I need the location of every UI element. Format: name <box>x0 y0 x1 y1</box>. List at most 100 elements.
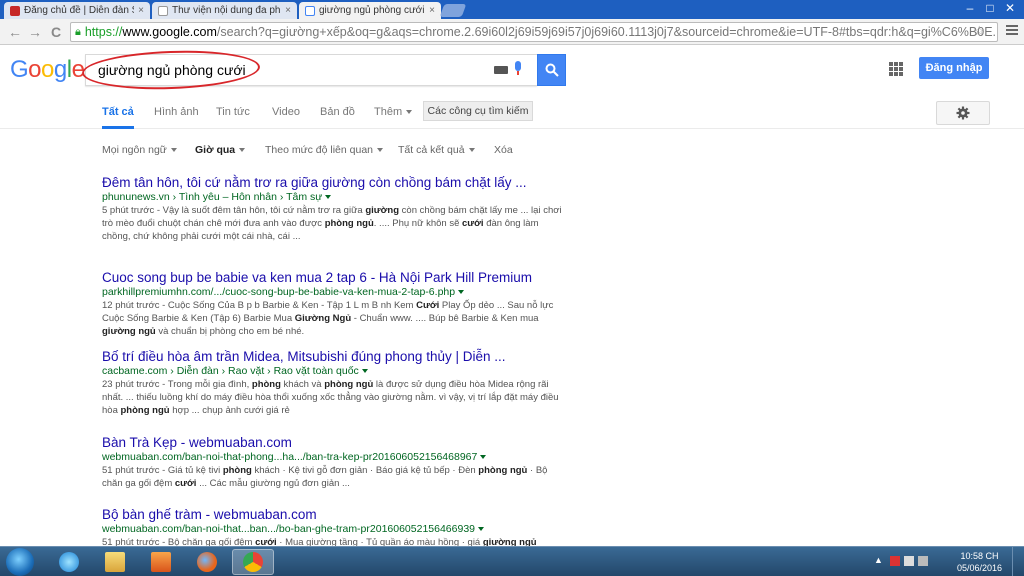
search-tools-button[interactable]: Các công cụ tìm kiếm <box>423 101 533 121</box>
snippet-bold: phòng <box>251 379 281 390</box>
snippet-text: - Chuẩn www. .... Búp bê Barbie & Ken mu… <box>351 313 539 324</box>
url-dropdown-icon[interactable] <box>478 527 485 532</box>
back-button[interactable]: ← <box>6 23 24 41</box>
chrome-icon <box>243 552 263 572</box>
tab-close-icon[interactable]: × <box>429 5 435 16</box>
reload-button[interactable]: C <box>47 23 65 41</box>
google-header: Google giường ngủ phòng cưới Đăng nhập <box>0 46 1024 96</box>
logo-letter: g <box>53 56 67 83</box>
result-title-link[interactable]: Bàn Trà Kẹp - webmuaban.com <box>102 434 562 451</box>
chevron-down-icon <box>170 148 177 153</box>
tab-close-icon[interactable]: × <box>285 5 291 16</box>
result-item: Cuoc song bup be babie va ken mua 2 tap … <box>102 269 562 348</box>
snippet-bold: phòng ngủ <box>478 465 528 476</box>
tab-videos[interactable]: Video <box>272 106 300 118</box>
filter-language[interactable]: Mọi ngôn ngữ <box>102 144 177 156</box>
apps-grid-icon[interactable] <box>889 62 903 76</box>
tab-maps[interactable]: Bản đồ <box>320 106 355 118</box>
result-url: webmuaban.com/ban-noi-that...ban.../bo-b… <box>102 523 562 536</box>
result-item: Đêm tân hôn, tôi cứ nằm trơ ra giữa giườ… <box>102 174 562 269</box>
tab-title: giường ngủ phòng cưới <box>319 5 425 16</box>
new-tab-button[interactable] <box>439 4 467 17</box>
tab-news[interactable]: Tin tức <box>216 106 250 118</box>
flag-icon[interactable] <box>890 556 900 566</box>
window-controls: – □ ✕ <box>960 0 1020 16</box>
address-bar[interactable]: 🔒︎ https://www.google.com/search?q=giườn… <box>70 22 998 42</box>
tray-expand-icon[interactable]: ▲ <box>874 555 884 565</box>
snippet-text: khách và <box>280 379 325 390</box>
logo-letter: o <box>41 56 54 83</box>
clear-filters-link[interactable]: Xóa <box>494 144 513 156</box>
taskbar-firefox[interactable] <box>186 549 228 575</box>
search-button[interactable] <box>537 54 566 86</box>
snippet-bold: phòng <box>222 465 252 476</box>
url-scheme: https:// <box>84 25 123 39</box>
url-dropdown-icon[interactable] <box>458 290 465 295</box>
microphone-icon[interactable] <box>514 61 522 77</box>
snippet-text: 12 phút trước - Cuộc Sống Của B p b Barb… <box>102 300 417 311</box>
snippet-text: khách · Kệ tivi gỗ đơn giản · Báo giá kệ… <box>251 465 479 476</box>
sign-in-button[interactable]: Đăng nhập <box>919 57 989 79</box>
filter-sort[interactable]: Theo mức độ liên quan <box>265 144 384 156</box>
system-tray: ▲ 10:58 CH 05/06/2016 <box>874 547 1024 576</box>
result-title-link[interactable]: Cuoc song bup be babie va ken mua 2 tap … <box>102 269 562 286</box>
tab-more[interactable]: Thêm <box>374 106 413 118</box>
url-dropdown-icon[interactable] <box>480 455 487 460</box>
tab-title: Thư viện nội dung đa phư <box>172 5 282 16</box>
media-player-icon <box>151 552 171 572</box>
snippet-text: . .... Phụ nữ khôn sẽ <box>373 218 462 229</box>
google-logo[interactable]: Google <box>10 56 85 84</box>
snippet-text: ... Các mẫu giường ngủ đơn giản ... <box>196 478 350 489</box>
chrome-menu-icon[interactable] <box>1006 25 1018 37</box>
taskbar-explorer[interactable] <box>94 549 136 575</box>
keyboard-icon[interactable] <box>494 66 508 74</box>
minimize-button[interactable]: – <box>960 0 980 16</box>
tab-images[interactable]: Hình ảnh <box>154 106 199 118</box>
settings-button[interactable] <box>936 101 990 125</box>
result-snippet: 23 phút trước - Trong mỗi gia đình, phòn… <box>102 378 562 417</box>
result-item: Bố trí điều hòa âm trần Midea, Mitsubish… <box>102 348 562 434</box>
result-url-text: webmuaban.com/ban-noi-that...ban.../bo-b… <box>102 523 476 535</box>
result-url-text: webmuaban.com/ban-noi-that-phong...ha...… <box>102 451 478 463</box>
result-snippet: 12 phút trước - Cuộc Sống Của B p b Barb… <box>102 299 562 338</box>
browser-tab-forum[interactable]: Đăng chủ đề | Diễn đàn SI × <box>4 2 150 19</box>
forward-button[interactable]: → <box>26 23 44 41</box>
snippet-bold: phòng ngủ <box>120 405 170 416</box>
show-desktop-button[interactable] <box>1012 547 1024 576</box>
gear-icon <box>956 106 970 120</box>
lock-icon: 🔒︎ <box>75 25 81 38</box>
volume-icon[interactable] <box>918 556 928 566</box>
clock[interactable]: 10:58 CH 05/06/2016 <box>957 550 1002 574</box>
taskbar-chrome[interactable] <box>232 549 274 575</box>
network-icon[interactable] <box>904 556 914 566</box>
chevron-down-icon <box>468 148 475 153</box>
result-title-link[interactable]: Bộ bàn ghế tràm - webmuaban.com <box>102 506 562 523</box>
close-window-button[interactable]: ✕ <box>1000 0 1020 16</box>
snippet-text: và chuẩn bị phòng cho em bé nhé. <box>155 326 305 337</box>
maximize-button[interactable]: □ <box>980 0 1000 16</box>
taskbar-ie[interactable] <box>48 549 90 575</box>
result-url: cacbame.com › Diễn đàn › Rao vặt › Rao v… <box>102 365 562 378</box>
url-dropdown-icon[interactable] <box>325 195 332 200</box>
chevron-down-icon <box>239 148 246 153</box>
bookmark-star-icon[interactable]: ☆ <box>973 23 985 39</box>
tab-all[interactable]: Tất cả <box>102 106 134 129</box>
snippet-text: · Mua giường tầng · Tủ quần áo màu hồng … <box>276 537 483 546</box>
browser-tab-library[interactable]: Thư viện nội dung đa phư × <box>152 2 297 19</box>
result-title-link[interactable]: Bố trí điều hòa âm trần Midea, Mitsubish… <box>102 348 562 365</box>
filter-results[interactable]: Tất cả kết quả <box>398 144 475 156</box>
result-snippet: 51 phút trước - Giá tủ kệ tivi phòng khá… <box>102 464 562 490</box>
filter-label: Tất cả kết quả <box>398 144 465 156</box>
taskbar-media[interactable] <box>140 549 182 575</box>
start-button[interactable] <box>6 548 34 576</box>
snippet-bold: Giường Ngủ <box>294 313 352 324</box>
result-title-link[interactable]: Đêm tân hôn, tôi cứ nằm trơ ra giữa giườ… <box>102 174 562 191</box>
snippet-bold: phòng ngủ <box>324 218 374 229</box>
filter-time[interactable]: Giờ qua <box>195 144 246 156</box>
url-dropdown-icon[interactable] <box>361 369 368 374</box>
browser-tab-google[interactable]: giường ngủ phòng cưới × <box>299 2 441 19</box>
filter-label: Mọi ngôn ngữ <box>102 144 167 156</box>
folder-icon <box>105 552 125 572</box>
tab-more-label: Thêm <box>374 106 403 118</box>
tab-close-icon[interactable]: × <box>138 5 144 16</box>
